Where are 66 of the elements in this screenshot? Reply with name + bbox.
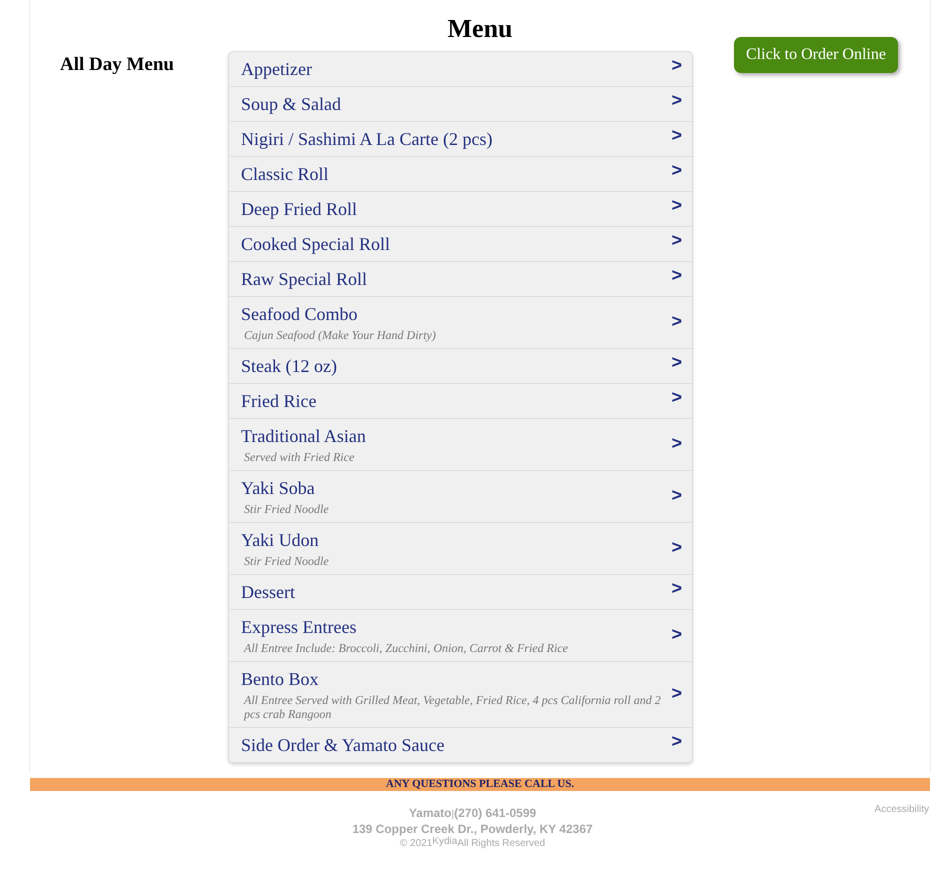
chevron-icon: >: [671, 484, 682, 506]
category-name: Express Entrees: [241, 616, 358, 638]
menu-category[interactable]: Raw Special Roll >: [229, 262, 692, 297]
chevron-icon: >: [671, 536, 682, 558]
category-name: Classic Roll: [241, 163, 330, 185]
chevron-icon: >: [671, 55, 682, 76]
chevron-icon: >: [671, 731, 682, 752]
category-name: Seafood Combo: [241, 303, 358, 325]
chevron-icon: >: [671, 310, 682, 332]
category-description: All Entree Served with Grilled Meat, Vegetable, Fried Rice, 4 pcs California roll and 2 pcs crab Rangoon: [242, 693, 662, 721]
address-text: 139 Copper Creek Dr., Powderly, KY 42367: [351, 822, 594, 836]
menu-category[interactable]: Bento Box All Entree Served with Grilled Meat, Vegetable, Fried Rice, 4 pcs California roll and 2 pcs crab Rangoon >: [229, 662, 692, 728]
menu-category[interactable]: Dessert >: [229, 575, 692, 610]
menu-category[interactable]: Deep Fried Roll >: [229, 192, 692, 227]
chevron-icon: >: [671, 195, 682, 216]
category-name: Cooked Special Roll: [241, 233, 391, 255]
chevron-icon: >: [671, 90, 682, 111]
category-name: Fried Rice: [241, 390, 318, 412]
category-name: Raw Special Roll: [241, 268, 368, 290]
menu-category[interactable]: Steak (12 oz) >: [229, 349, 692, 384]
category-name: Appetizer: [241, 58, 313, 80]
menu-category[interactable]: Nigiri / Sashimi A La Carte (2 pcs) >: [229, 122, 692, 157]
restaurant-name: Yamato: [408, 806, 452, 820]
menu-category[interactable]: Fried Rice >: [229, 384, 692, 419]
menu-category[interactable]: Seafood Combo Cajun Seafood (Make Your Hand Dirty) >: [229, 297, 692, 349]
menu-category[interactable]: Yaki Udon Stir Fried Noodle >: [229, 523, 692, 575]
separator: |: [452, 809, 454, 820]
chevron-icon: >: [671, 265, 682, 286]
copyright-text: © 2021: [400, 838, 432, 849]
chevron-icon: >: [671, 578, 682, 599]
chevron-icon: >: [671, 432, 682, 454]
chevron-icon: >: [671, 624, 682, 644]
category-name: Traditional Asian: [241, 425, 367, 447]
category-name: Yaki Udon: [241, 529, 320, 551]
page-title: Menu: [446, 13, 514, 44]
menu-category[interactable]: Classic Roll >: [229, 157, 692, 192]
category-name: Steak (12 oz): [241, 355, 338, 377]
category-name: Soup & Salad: [241, 93, 342, 115]
menu-category[interactable]: Cooked Special Roll >: [229, 227, 692, 262]
category-name: Nigiri / Sashimi A La Carte (2 pcs): [241, 128, 494, 150]
order-online-button[interactable]: Click to Order Online: [734, 37, 898, 73]
chevron-icon: >: [671, 160, 682, 181]
menu-category[interactable]: Express Entrees All Entree Include: Broccoli, Zucchini, Onion, Carrot & Fried Rice >: [229, 610, 692, 662]
category-name: Bento Box: [241, 668, 320, 690]
menu-category[interactable]: Traditional Asian Served with Fried Rice >: [229, 419, 692, 471]
category-description: All Entree Include: Broccoli, Zucchini, Onion, Carrot & Fried Rice: [242, 641, 569, 655]
call-us-banner: ANY QUESTIONS PLEASE CALL US.: [30, 778, 930, 791]
menu-category[interactable]: Yaki Soba Stir Fried Noodle >: [229, 471, 692, 523]
section-heading: All Day Menu: [60, 54, 175, 76]
rights-text: All Rights Reserved: [457, 838, 546, 849]
category-description: Stir Fried Noodle: [243, 502, 330, 516]
chevron-icon: >: [671, 352, 682, 373]
menu-category[interactable]: Side Order & Yamato Sauce >: [229, 728, 692, 762]
category-name: Deep Fried Roll: [241, 198, 358, 220]
category-description: Served with Fried Rice: [243, 450, 356, 464]
category-name: Side Order & Yamato Sauce: [241, 734, 446, 756]
category-name: Yaki Soba: [241, 477, 316, 499]
menu-category[interactable]: Appetizer >: [229, 52, 692, 87]
category-name: Dessert: [241, 581, 296, 603]
category-description: Cajun Seafood (Make Your Hand Dirty): [243, 328, 437, 342]
category-description: Stir Fried Noodle: [243, 554, 330, 568]
chevron-icon: >: [671, 387, 682, 408]
chevron-icon: >: [671, 682, 682, 704]
chevron-icon: >: [671, 230, 682, 251]
chevron-icon: >: [671, 125, 682, 146]
menu-category[interactable]: Soup & Salad >: [229, 87, 692, 122]
